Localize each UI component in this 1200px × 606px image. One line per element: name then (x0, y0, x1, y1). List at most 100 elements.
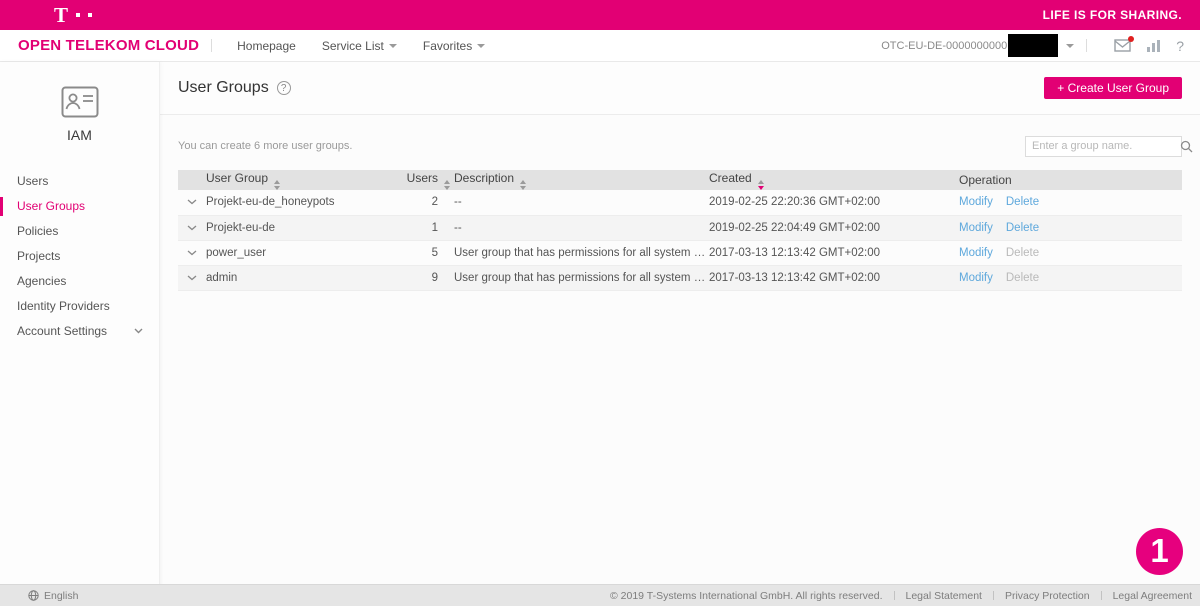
modify-link[interactable]: Modify (959, 272, 993, 284)
sidebar-item-users[interactable]: Users (0, 169, 159, 194)
column-header-operation: Operation (959, 170, 1182, 190)
delete-link: Delete (1006, 272, 1039, 284)
expand-chevron-icon[interactable] (187, 275, 197, 281)
users-count-cell: 9 (386, 265, 454, 290)
sidebar: IAM Users User Groups Policies Projects … (0, 62, 160, 606)
nav-homepage[interactable]: Homepage (237, 39, 296, 53)
sort-icon[interactable] (758, 180, 764, 190)
nav-favorites[interactable]: Favorites (423, 39, 485, 53)
users-count-cell: 1 (386, 215, 454, 240)
sidebar-item-identity-providers[interactable]: Identity Providers (0, 294, 159, 319)
chevron-down-icon (134, 328, 143, 334)
quota-hint: You can create 6 more user groups. (178, 140, 352, 152)
description-cell: -- (454, 190, 709, 215)
users-count-cell: 2 (386, 190, 454, 215)
footer-divider (894, 591, 895, 600)
sort-icon[interactable] (520, 180, 526, 190)
privacy-protection-link[interactable]: Privacy Protection (1005, 590, 1090, 602)
table-row: admin 9 User group that has permissions … (178, 265, 1182, 290)
footer-divider (1101, 591, 1102, 600)
column-label: Created (709, 171, 752, 185)
sidebar-item-user-groups[interactable]: User Groups (0, 194, 159, 219)
table-toolbar: You can create 6 more user groups. (178, 135, 1182, 157)
bar-chart-icon[interactable] (1146, 39, 1161, 52)
column-header-user-group[interactable]: User Group (206, 170, 386, 190)
brand-title[interactable]: OPEN TELEKOM CLOUD (18, 37, 199, 54)
table-row: Projekt-eu-de_honeypots 2 -- 2019-02-25 … (178, 190, 1182, 215)
delete-link[interactable]: Delete (1006, 196, 1039, 208)
step-annotation-badge: 1 (1136, 528, 1183, 575)
group-name-cell: power_user (206, 240, 386, 265)
column-header-users[interactable]: Users (386, 170, 454, 190)
group-name-cell: Projekt-eu-de (206, 215, 386, 240)
help-icon[interactable]: ? (1176, 38, 1184, 54)
column-label: Description (454, 171, 514, 185)
header-divider (1086, 39, 1087, 52)
modify-link[interactable]: Modify (959, 247, 993, 259)
description-cell: User group that has permissions for all … (454, 240, 709, 265)
account-dropdown-caret-icon[interactable] (1066, 44, 1074, 48)
header-right-section: OTC-EU-DE-0000000000 ? (881, 34, 1184, 57)
header-divider (211, 39, 212, 52)
created-cell: 2017-03-13 12:13:42 GMT+02:00 (709, 240, 959, 265)
nav-favorites-label: Favorites (423, 39, 472, 53)
modify-link[interactable]: Modify (959, 222, 993, 234)
telekom-logo-dot (88, 13, 92, 17)
column-label: Users (407, 171, 438, 185)
footer-divider (993, 591, 994, 600)
user-groups-table: User Group Users Description Created Ope… (178, 170, 1182, 291)
create-user-group-button[interactable]: + Create User Group (1044, 77, 1182, 99)
table-row: power_user 5 User group that has permiss… (178, 240, 1182, 265)
delete-link[interactable]: Delete (1006, 222, 1039, 234)
footer-links: © 2019 T-Systems International GmbH. All… (610, 590, 1192, 602)
account-id-label[interactable]: OTC-EU-DE-0000000000 (881, 40, 1007, 52)
expand-column-header (178, 170, 206, 190)
iam-service-icon (61, 86, 99, 118)
group-name-cell: Projekt-eu-de_honeypots (206, 190, 386, 215)
sidebar-item-agencies[interactable]: Agencies (0, 269, 159, 294)
modify-link[interactable]: Modify (959, 196, 993, 208)
sidebar-item-account-settings[interactable]: Account Settings (0, 319, 159, 344)
sort-icon[interactable] (274, 180, 280, 190)
telekom-topbar: T LIFE IS FOR SHARING. (0, 0, 1200, 30)
sidebar-item-policies[interactable]: Policies (0, 219, 159, 244)
users-count-cell: 5 (386, 240, 454, 265)
chevron-down-icon (389, 44, 397, 48)
search-input[interactable] (1026, 138, 1180, 155)
app-header: OPEN TELEKOM CLOUD Homepage Service List… (0, 30, 1200, 62)
delete-link: Delete (1006, 247, 1039, 259)
telekom-logo-dot (76, 13, 80, 17)
legal-statement-link[interactable]: Legal Statement (906, 590, 982, 602)
sidebar-item-account-settings-label: Account Settings (17, 324, 107, 338)
telekom-t-glyph: T (54, 6, 68, 24)
page-title: User Groups (178, 79, 269, 97)
search-icon[interactable] (1180, 140, 1193, 153)
service-name[interactable]: IAM (0, 127, 159, 143)
language-selector[interactable]: English (28, 590, 78, 602)
column-label: User Group (206, 171, 268, 185)
mail-icon[interactable] (1114, 39, 1131, 52)
column-header-created[interactable]: Created (709, 170, 959, 190)
page-footer: English © 2019 T-Systems International G… (0, 584, 1200, 606)
app-window: T LIFE IS FOR SHARING. OPEN TELEKOM CLOU… (0, 0, 1200, 606)
expand-chevron-icon[interactable] (187, 225, 197, 231)
column-header-description[interactable]: Description (454, 170, 709, 190)
created-cell: 2019-02-25 22:20:36 GMT+02:00 (709, 190, 959, 215)
table-header-row: User Group Users Description Created Ope… (178, 170, 1182, 190)
created-cell: 2017-03-13 12:13:42 GMT+02:00 (709, 265, 959, 290)
sort-icon[interactable] (444, 180, 450, 190)
group-name-cell: admin (206, 265, 386, 290)
expand-chevron-icon[interactable] (187, 250, 197, 256)
description-cell: -- (454, 215, 709, 240)
nav-service-list[interactable]: Service List (322, 39, 397, 53)
page-header: User Groups ? + Create User Group (160, 62, 1200, 115)
group-search-box (1025, 136, 1182, 157)
chevron-down-icon (477, 44, 485, 48)
copyright-text: © 2019 T-Systems International GmbH. All… (610, 590, 883, 602)
language-label: English (44, 590, 78, 602)
sidebar-item-projects[interactable]: Projects (0, 244, 159, 269)
redacted-account-name (1008, 34, 1058, 57)
expand-chevron-icon[interactable] (187, 199, 197, 205)
title-help-icon[interactable]: ? (277, 81, 291, 95)
legal-agreement-link[interactable]: Legal Agreement (1113, 590, 1192, 602)
